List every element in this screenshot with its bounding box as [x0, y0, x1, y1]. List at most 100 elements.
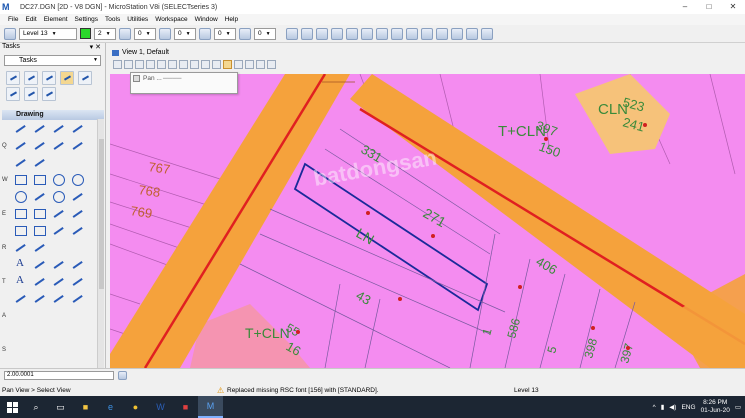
pan-view-dialog[interactable]: Pan ... ────: [130, 72, 238, 94]
filter-icon[interactable]: [481, 27, 493, 40]
dimension-angle-tool[interactable]: [32, 291, 47, 306]
start-button[interactable]: [0, 396, 24, 418]
color-combo[interactable]: 2 ▼: [94, 27, 116, 40]
rotate-view-icon[interactable]: [190, 59, 199, 69]
close-button[interactable]: ✕: [721, 0, 745, 14]
place-text-tool[interactable]: [13, 257, 28, 272]
maximize-button[interactable]: □: [697, 0, 721, 14]
place-arc-circle-tool[interactable]: [13, 189, 28, 204]
construct-angle-tool[interactable]: [32, 155, 47, 170]
fence-tool[interactable]: [24, 71, 38, 85]
tasks-scrollbar[interactable]: [97, 119, 104, 374]
update-view-icon[interactable]: [135, 59, 144, 69]
view-attributes-icon[interactable]: [113, 59, 122, 69]
edit-text-tool[interactable]: [32, 257, 47, 272]
place-curve-tool[interactable]: [32, 138, 47, 153]
place-stream-tool[interactable]: [13, 138, 28, 153]
menu-utilities[interactable]: Utilities: [127, 16, 148, 23]
menu-tools[interactable]: Tools: [105, 16, 120, 23]
info-icon[interactable]: [436, 27, 448, 40]
place-shape-tool[interactable]: [32, 172, 47, 187]
tools-icon[interactable]: [466, 27, 478, 40]
status-level[interactable]: Level 13: [480, 387, 539, 394]
move-arc-tool[interactable]: [70, 189, 85, 204]
trim-tool[interactable]: [70, 206, 85, 221]
language-indicator[interactable]: ENG: [681, 404, 695, 411]
new-file-icon[interactable]: [286, 27, 298, 40]
place-ellipse-tool[interactable]: [70, 172, 85, 187]
raster-icon[interactable]: [331, 27, 343, 40]
move-tool[interactable]: [6, 87, 20, 101]
fillet-tool[interactable]: [51, 223, 66, 238]
walk-icon[interactable]: [234, 59, 243, 69]
place-multiline-tool[interactable]: [70, 138, 85, 153]
delete-tool[interactable]: [42, 71, 56, 85]
scale-tool[interactable]: [24, 87, 38, 101]
chrome-icon[interactable]: ●: [123, 396, 148, 418]
print-icon[interactable]: [376, 27, 388, 40]
microstation-taskbar-icon[interactable]: M: [198, 396, 223, 418]
clip-volume-icon[interactable]: [256, 59, 265, 69]
drawing-section-header[interactable]: Drawing: [2, 110, 104, 120]
minimize-button[interactable]: –: [673, 0, 697, 14]
modify-arc-tool[interactable]: [32, 189, 47, 204]
transparency-icon[interactable]: [199, 27, 211, 40]
display-style-icon[interactable]: [124, 59, 133, 69]
reference-icon[interactable]: [316, 27, 328, 40]
chamfer-tool[interactable]: [70, 223, 85, 238]
create-region-tool[interactable]: [13, 223, 28, 238]
models-icon[interactable]: [346, 27, 358, 40]
drawing-canvas[interactable]: 767 768 769 T+CLN 397 150 CLN 523 241 33…: [110, 74, 745, 368]
notification-icon[interactable]: ▭: [735, 403, 741, 411]
tasks-dropdown[interactable]: Tasks ▼: [4, 55, 101, 66]
place-line-tool[interactable]: [32, 121, 47, 136]
group-hole-tool[interactable]: [13, 240, 28, 255]
weight-combo[interactable]: 0 ▼: [134, 27, 156, 40]
key-in-field[interactable]: 2.00.0001: [4, 371, 114, 380]
view-previous-icon[interactable]: [201, 59, 210, 69]
menu-workspace[interactable]: Workspace: [155, 16, 187, 23]
task-view-icon[interactable]: ▭: [48, 396, 73, 418]
dimension-ordinate-tool[interactable]: [70, 291, 85, 306]
menu-help[interactable]: Help: [225, 16, 238, 23]
clock[interactable]: 8:26 PM 01-Jun-20: [701, 399, 730, 415]
fit-view-icon[interactable]: [179, 59, 188, 69]
place-half-ellipse-tool[interactable]: [51, 189, 66, 204]
menu-element[interactable]: Element: [44, 16, 68, 23]
measure-icon[interactable]: [451, 27, 463, 40]
open-file-icon[interactable]: [301, 27, 313, 40]
rotate-tool[interactable]: [42, 87, 56, 101]
line-style-icon[interactable]: [119, 27, 131, 40]
camera-icon[interactable]: [245, 59, 254, 69]
word-icon[interactable]: W: [148, 396, 173, 418]
menu-file[interactable]: File: [8, 16, 18, 23]
accudraw-icon[interactable]: [421, 27, 433, 40]
menu-edit[interactable]: Edit: [25, 16, 36, 23]
zoom-out-icon[interactable]: [157, 59, 166, 69]
active-tool[interactable]: [60, 71, 74, 85]
color-swatch[interactable]: [80, 28, 91, 39]
level-combo[interactable]: Level 13 ▼: [19, 27, 77, 40]
place-circle-tool[interactable]: [51, 172, 66, 187]
spell-check-tool[interactable]: [51, 257, 66, 272]
display-text-attributes-tool[interactable]: [70, 257, 85, 272]
network-icon[interactable]: ▮: [661, 403, 665, 411]
construct-line-tool[interactable]: [13, 155, 28, 170]
snap-icon[interactable]: [406, 27, 418, 40]
place-bspline-tool[interactable]: [51, 138, 66, 153]
drop-element-tool[interactable]: [32, 240, 47, 255]
modify-element-tool[interactable]: [13, 206, 28, 221]
panel-pin-icon[interactable]: ▾ ✕: [90, 43, 101, 53]
copy-tool[interactable]: [78, 71, 92, 85]
place-point-tool[interactable]: [70, 121, 85, 136]
window-area-icon[interactable]: [168, 59, 177, 69]
place-arc-tool[interactable]: [51, 121, 66, 136]
drag-handle-icon[interactable]: ────: [163, 73, 181, 84]
tray-overflow-icon[interactable]: ^: [653, 404, 656, 411]
edge-icon[interactable]: e: [98, 396, 123, 418]
layers-icon[interactable]: [391, 27, 403, 40]
extend-line-tool[interactable]: [51, 206, 66, 221]
save-icon[interactable]: [361, 27, 373, 40]
copy-text-tool[interactable]: [70, 274, 85, 289]
line-weight-icon[interactable]: [159, 27, 171, 40]
